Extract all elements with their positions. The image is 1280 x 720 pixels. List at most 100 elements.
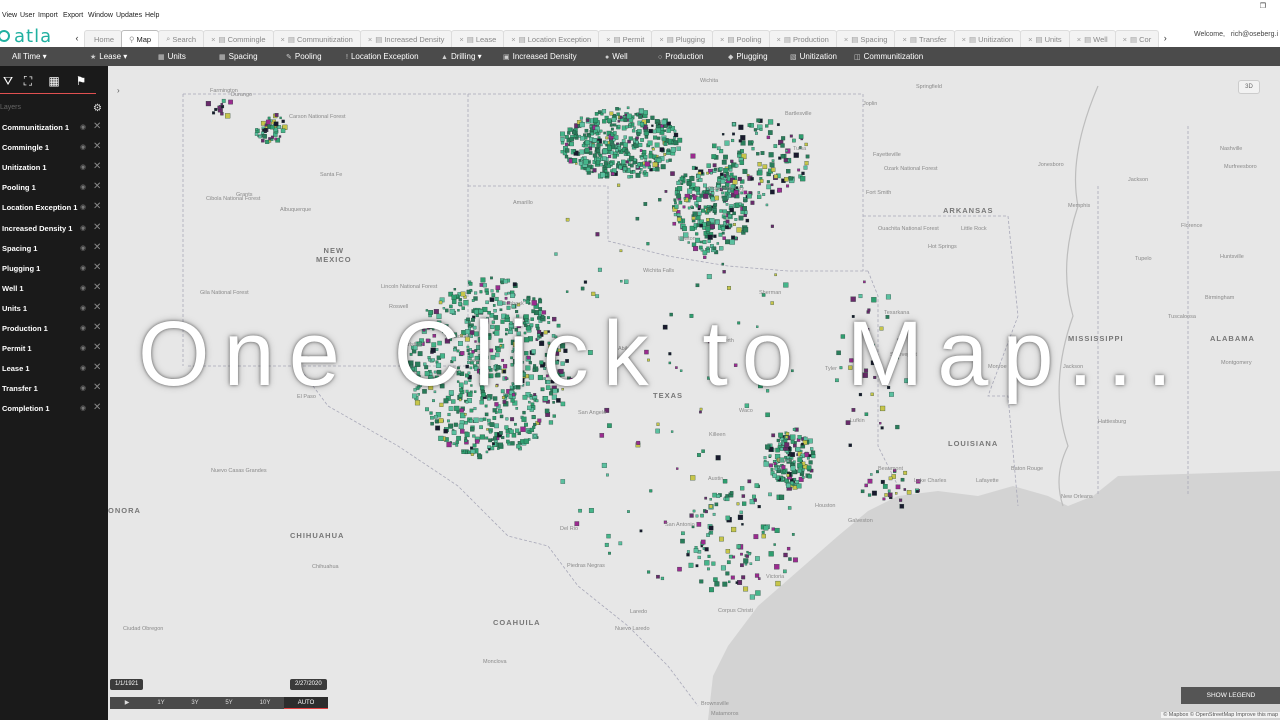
close-icon[interactable]: ✕ xyxy=(93,201,101,212)
range-5y-button[interactable]: 5Y xyxy=(212,697,246,709)
layer-item[interactable]: Production 1 ◉ ✕ xyxy=(0,320,108,340)
tab-close-icon[interactable]: × xyxy=(281,35,285,44)
eye-icon[interactable]: ◉ xyxy=(80,364,88,372)
tab-map[interactable]: ⚲ Map xyxy=(121,30,160,47)
filter-location-exception[interactable]: ! Location Exception xyxy=(346,47,419,66)
eye-icon[interactable]: ◉ xyxy=(80,284,88,292)
user-email[interactable]: rich@oseberg.i xyxy=(1231,31,1278,38)
layer-item[interactable]: Spacing 1 ◉ ✕ xyxy=(0,240,108,260)
menu-help[interactable]: Help xyxy=(145,12,159,19)
filter-drilling[interactable]: ▲ Drilling ▾ xyxy=(441,47,482,66)
range-10y-button[interactable]: 10Y xyxy=(246,697,284,709)
gear-icon[interactable]: ⚙ xyxy=(93,103,102,114)
tab-location-exception[interactable]: × ▤ Location Exception xyxy=(503,30,600,47)
filter-spacing[interactable]: ▦ Spacing xyxy=(219,47,258,66)
menu-updates[interactable]: Updates xyxy=(116,12,142,19)
close-icon[interactable]: ✕ xyxy=(93,362,101,373)
eye-icon[interactable]: ◉ xyxy=(80,123,88,131)
close-icon[interactable]: ✕ xyxy=(93,302,101,313)
timeline-end-date[interactable]: 2/27/2020 xyxy=(290,679,327,690)
menu-user[interactable]: User xyxy=(20,12,35,19)
tab-spacing[interactable]: × ▤ Spacing xyxy=(835,30,896,47)
layer-item[interactable]: Units 1 ◉ ✕ xyxy=(0,300,108,320)
menu-import[interactable]: Import xyxy=(38,12,58,19)
tab-close-icon[interactable]: × xyxy=(211,35,215,44)
close-icon[interactable]: ✕ xyxy=(93,342,101,353)
filter-units[interactable]: ▦ Units xyxy=(158,47,186,66)
filter-lease[interactable]: ★ Lease ▾ xyxy=(90,47,127,66)
tab-close-icon[interactable]: × xyxy=(1123,35,1127,44)
eye-icon[interactable]: ◉ xyxy=(80,264,88,272)
tab-close-icon[interactable]: × xyxy=(1028,35,1032,44)
eye-icon[interactable]: ◉ xyxy=(80,384,88,392)
tab-commingle[interactable]: × ▤ Commingle xyxy=(203,30,274,47)
close-icon[interactable]: ✕ xyxy=(93,181,101,192)
close-icon[interactable]: ✕ xyxy=(93,262,101,273)
menu-export[interactable]: Export xyxy=(63,12,83,19)
layer-item[interactable]: Location Exception 1 ◉ ✕ xyxy=(0,199,108,219)
eye-icon[interactable]: ◉ xyxy=(80,224,88,232)
filter-increased-density[interactable]: ▣ Increased Density xyxy=(503,47,577,66)
close-icon[interactable]: ✕ xyxy=(93,382,101,393)
layer-item[interactable]: Completion 1 ◉ ✕ xyxy=(0,400,108,420)
layer-item[interactable]: Communitization 1 ◉ ✕ xyxy=(0,119,108,139)
tab-close-icon[interactable]: × xyxy=(902,35,906,44)
tab-home[interactable]: Home xyxy=(84,30,123,47)
tabs-scroll-left-icon[interactable]: ‹ xyxy=(70,30,84,47)
menu-view[interactable]: View xyxy=(2,12,17,19)
tab-communitization[interactable]: × ▤ Communitization xyxy=(272,30,361,47)
tab-cor[interactable]: × ▤ Cor xyxy=(1114,30,1160,47)
play-button[interactable]: ▶ xyxy=(110,697,144,709)
flag-icon[interactable]: ⚑ xyxy=(73,73,89,89)
tab-close-icon[interactable]: × xyxy=(368,35,372,44)
eye-icon[interactable]: ◉ xyxy=(80,304,88,312)
tab-increased-density[interactable]: × ▤ Increased Density xyxy=(359,30,453,47)
range-auto-button[interactable]: AUTO xyxy=(284,697,328,709)
tab-close-icon[interactable]: × xyxy=(459,35,463,44)
filter-communitization[interactable]: ◫ Communitization xyxy=(854,47,923,66)
tab-close-icon[interactable]: × xyxy=(720,35,724,44)
eye-icon[interactable]: ◉ xyxy=(80,404,88,412)
tab-search[interactable]: ⌕ Search xyxy=(158,30,205,47)
close-icon[interactable]: ✕ xyxy=(93,322,101,333)
filter-well[interactable]: ● Well xyxy=(605,47,628,66)
tabs-scroll-right-icon[interactable]: › xyxy=(1158,30,1172,47)
tab-close-icon[interactable]: × xyxy=(511,35,515,44)
layer-item[interactable]: Pooling 1 ◉ ✕ xyxy=(0,179,108,199)
layer-item[interactable]: Increased Density 1 ◉ ✕ xyxy=(0,220,108,240)
eye-icon[interactable]: ◉ xyxy=(80,324,88,332)
tab-well[interactable]: × ▤ Well xyxy=(1068,30,1116,47)
eye-icon[interactable]: ◉ xyxy=(80,244,88,252)
close-icon[interactable]: ✕ xyxy=(93,402,101,413)
filter-pooling[interactable]: ✎ Pooling xyxy=(286,47,322,66)
map-canvas[interactable]: Farmington Santa Fe Albuquerque Amarillo Lub… xyxy=(108,66,1280,720)
layer-item[interactable]: Well 1 ◉ ✕ xyxy=(0,280,108,300)
time-filter-dropdown[interactable]: All Time ▾ xyxy=(12,47,47,66)
eye-icon[interactable]: ◉ xyxy=(80,143,88,151)
layer-item[interactable]: Commingle 1 ◉ ✕ xyxy=(0,139,108,159)
show-legend-button[interactable]: SHOW LEGEND xyxy=(1181,687,1280,704)
filter-plugging[interactable]: ◆ Plugging xyxy=(728,47,768,66)
menu-window[interactable]: Window xyxy=(88,12,113,19)
timeline-start-date[interactable]: 1/1/1921 xyxy=(110,679,144,690)
eye-icon[interactable]: ◉ xyxy=(80,203,88,211)
layer-item[interactable]: Permit 1 ◉ ✕ xyxy=(0,340,108,360)
layer-item[interactable]: Unitization 1 ◉ ✕ xyxy=(0,159,108,179)
close-icon[interactable]: ✕ xyxy=(93,242,101,253)
expand-panel-icon[interactable]: › xyxy=(117,86,120,95)
map-attribution[interactable]: © Mapbox © OpenStreetMap Improve this ma… xyxy=(1161,712,1280,718)
tab-permit[interactable]: × ▤ Permit xyxy=(598,30,653,47)
close-icon[interactable]: ✕ xyxy=(93,282,101,293)
tab-close-icon[interactable]: × xyxy=(606,35,610,44)
grid-icon[interactable]: ▦ xyxy=(46,73,62,89)
tab-plugging[interactable]: × ▤ Plugging xyxy=(651,30,713,47)
tab-close-icon[interactable]: × xyxy=(659,35,663,44)
tab-lease[interactable]: × ▤ Lease xyxy=(451,30,505,47)
filter-unitization[interactable]: ▧ Unitization xyxy=(790,47,837,66)
tab-close-icon[interactable]: × xyxy=(844,35,848,44)
eye-icon[interactable]: ◉ xyxy=(80,344,88,352)
tab-units[interactable]: × ▤ Units xyxy=(1020,30,1070,47)
tab-transfer[interactable]: × ▤ Transfer xyxy=(894,30,955,47)
tab-close-icon[interactable]: × xyxy=(962,35,966,44)
fullscreen-icon[interactable]: ⛶ xyxy=(20,73,36,89)
